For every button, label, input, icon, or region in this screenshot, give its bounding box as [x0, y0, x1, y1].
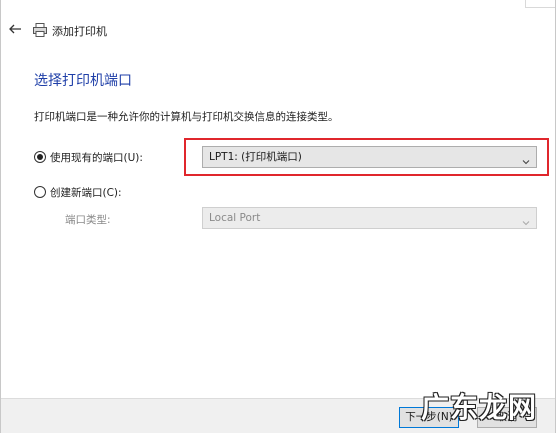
chevron-down-icon	[522, 153, 530, 165]
create-new-port-label: 创建新端口(C):	[50, 186, 122, 199]
printer-icon	[32, 22, 48, 38]
cancel-button[interactable]: 取消	[477, 407, 537, 428]
port-type-value: Local Port	[209, 212, 261, 224]
chevron-down-icon	[522, 214, 530, 226]
window-close-button[interactable]	[525, 0, 555, 8]
back-arrow-icon[interactable]	[7, 22, 23, 38]
existing-port-value: LPT1: (打印机端口)	[209, 151, 302, 163]
window-title: 添加打印机	[52, 25, 107, 38]
use-existing-port-label: 使用现有的端口(U):	[50, 151, 143, 164]
dialog-footer: 下一步(N) 取消	[1, 398, 555, 433]
existing-port-select[interactable]: LPT1: (打印机端口)	[202, 146, 537, 168]
use-existing-port-radio[interactable]: 使用现有的端口(U):	[34, 149, 143, 165]
port-type-label: 端口类型:	[65, 214, 111, 226]
radio-checked-icon	[34, 151, 46, 163]
create-new-port-radio[interactable]: 创建新端口(C):	[34, 184, 122, 200]
next-button[interactable]: 下一步(N)	[399, 407, 459, 428]
page-heading: 选择打印机端口	[34, 73, 132, 89]
radio-unchecked-icon	[34, 186, 46, 198]
add-printer-window: 添加打印机 选择打印机端口 打印机端口是一种允许你的计算机与打印机交换信息的连接…	[0, 0, 556, 433]
port-type-select: Local Port	[202, 207, 537, 229]
title-bar: 添加打印机	[1, 20, 555, 44]
page-description: 打印机端口是一种允许你的计算机与打印机交换信息的连接类型。	[34, 111, 339, 123]
